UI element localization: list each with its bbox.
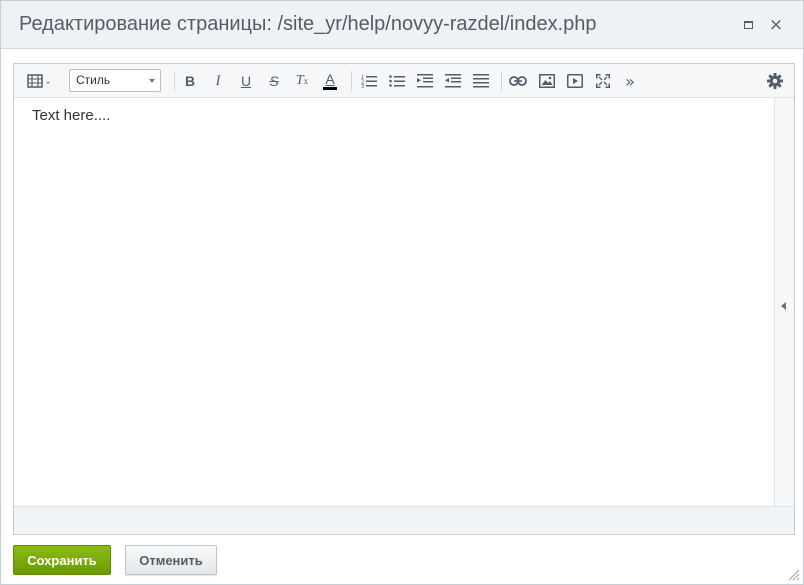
close-button[interactable]: × xyxy=(768,15,784,35)
toolbar-divider xyxy=(501,71,502,91)
dialog-titlebar[interactable]: Редактирование страницы: /site_yr/help/n… xyxy=(1,1,803,49)
editor-toolbar: Стиль B I U S Tx A 1 2 3 » xyxy=(14,64,794,98)
maximize-button[interactable] xyxy=(740,17,756,33)
remove-format-icon: Tx xyxy=(295,73,309,88)
cancel-button[interactable]: Отменить xyxy=(125,545,217,575)
resize-grip-icon[interactable] xyxy=(788,569,800,581)
maximize-icon xyxy=(743,21,753,29)
chevron-double-right-icon: » xyxy=(625,71,635,91)
chevron-left-icon xyxy=(781,302,786,310)
font-color-swatch xyxy=(323,87,337,90)
style-select[interactable]: Стиль xyxy=(69,69,161,92)
ordered-list-icon: 1 2 3 xyxy=(361,75,377,88)
dialog-title: Редактирование страницы: /site_yr/help/n… xyxy=(19,13,597,35)
bullet-list-button[interactable] xyxy=(386,70,408,92)
italic-button[interactable]: I xyxy=(207,70,229,92)
video-icon xyxy=(567,74,583,88)
link-button[interactable] xyxy=(507,70,529,92)
insert-video-button[interactable] xyxy=(564,70,586,92)
bold-button[interactable]: B xyxy=(179,70,201,92)
strikethrough-button[interactable]: S xyxy=(263,70,285,92)
bold-icon: B xyxy=(184,73,196,89)
font-color-button[interactable]: A xyxy=(319,70,341,92)
more-tools-button[interactable]: » xyxy=(619,70,641,92)
font-color-icon: A xyxy=(325,71,335,87)
save-button[interactable]: Сохранить xyxy=(13,545,111,575)
image-icon xyxy=(539,74,555,88)
settings-button[interactable] xyxy=(764,70,786,92)
italic-icon: I xyxy=(215,72,221,89)
outdent-button[interactable] xyxy=(414,70,436,92)
editor-statusbar xyxy=(14,506,794,534)
toolbar-divider xyxy=(351,71,352,91)
remove-format-button[interactable]: Tx xyxy=(291,70,313,92)
underline-button[interactable]: U xyxy=(235,70,257,92)
gear-icon xyxy=(767,73,783,89)
side-panel-toggle[interactable] xyxy=(775,98,794,506)
align-button[interactable] xyxy=(470,70,492,92)
editor-text: Text here.... xyxy=(32,107,111,124)
ordered-list-button[interactable]: 1 2 3 xyxy=(358,70,380,92)
strikethrough-icon: S xyxy=(269,73,279,89)
link-icon xyxy=(509,76,527,86)
editor-content-area[interactable]: Text here.... xyxy=(14,98,775,506)
close-icon: × xyxy=(768,15,784,35)
chevron-down-icon xyxy=(149,79,155,83)
view-mode-icon xyxy=(27,74,50,88)
style-select-value: Стиль xyxy=(76,73,111,87)
toolbar-divider xyxy=(174,71,175,91)
html-editor: Стиль B I U S Tx A 1 2 3 » Text here.... xyxy=(13,63,795,535)
align-justify-icon xyxy=(473,74,489,88)
fullscreen-icon xyxy=(596,74,610,88)
view-mode-button[interactable] xyxy=(24,70,56,92)
outdent-icon xyxy=(417,74,433,88)
bullet-list-icon xyxy=(389,75,405,87)
svg-text:3: 3 xyxy=(361,84,364,88)
fullscreen-button[interactable] xyxy=(592,70,614,92)
indent-icon xyxy=(445,74,461,88)
edit-page-dialog: Редактирование страницы: /site_yr/help/n… xyxy=(0,0,804,585)
indent-button[interactable] xyxy=(442,70,464,92)
insert-image-button[interactable] xyxy=(536,70,558,92)
underline-icon: U xyxy=(240,73,252,89)
